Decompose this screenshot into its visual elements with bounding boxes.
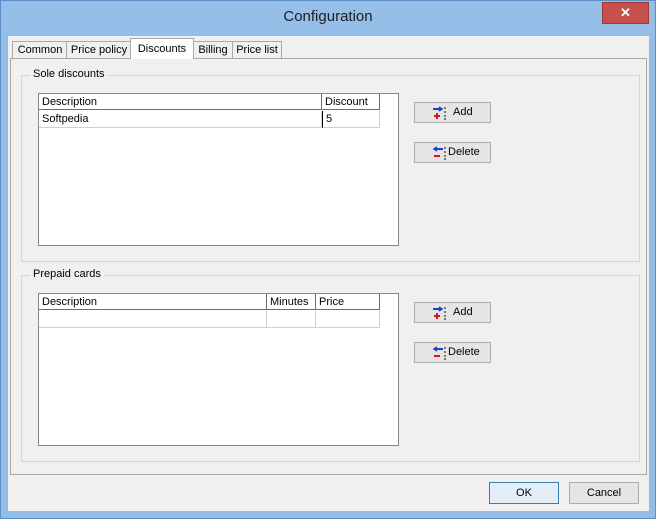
column-header-description[interactable]: Description xyxy=(39,294,267,310)
dialog-client: Common Price policy Discounts Billing Pr… xyxy=(8,36,649,511)
prepaid-cards-grid[interactable]: Description Minutes Price xyxy=(38,293,399,446)
tab-discounts[interactable]: Discounts xyxy=(130,38,194,59)
delete-card-label: Delete xyxy=(448,346,480,358)
delete-discount-label: Delete xyxy=(448,146,480,158)
delete-row-icon xyxy=(432,146,446,160)
column-header-minutes[interactable]: Minutes xyxy=(267,294,316,310)
titlebar[interactable]: Configuration ✕ xyxy=(1,1,655,34)
sole-discounts-group: Sole discounts Description Discount Soft… xyxy=(21,68,640,262)
add-row-icon xyxy=(433,306,446,320)
column-header-price[interactable]: Price xyxy=(316,294,380,310)
delete-discount-button[interactable]: Delete xyxy=(414,142,491,163)
cancel-button[interactable]: Cancel xyxy=(569,482,639,504)
add-card-button[interactable]: Add xyxy=(414,302,491,323)
window-title: Configuration xyxy=(283,8,373,25)
prepaid-cards-group: Prepaid cards Description Minutes Price xyxy=(21,268,640,462)
table-cell-discount[interactable]: 5 xyxy=(322,111,380,128)
tab-common[interactable]: Common xyxy=(12,41,68,58)
table-cell-price[interactable] xyxy=(316,311,380,328)
sole-discounts-label: Sole discounts xyxy=(30,68,108,80)
column-header-discount[interactable]: Discount xyxy=(322,94,380,110)
add-discount-label: Add xyxy=(453,106,473,118)
column-header-description[interactable]: Description xyxy=(39,94,322,110)
tab-price-policy[interactable]: Price policy xyxy=(66,41,132,58)
add-card-label: Add xyxy=(453,306,473,318)
tab-price-list[interactable]: Price list xyxy=(232,41,282,58)
ok-button[interactable]: OK xyxy=(489,482,559,504)
delete-card-button[interactable]: Delete xyxy=(414,342,491,363)
delete-row-icon xyxy=(432,346,446,360)
table-cell-minutes[interactable] xyxy=(267,311,316,328)
configuration-window: Configuration ✕ Common Price policy Disc… xyxy=(0,0,656,519)
close-button[interactable]: ✕ xyxy=(602,2,649,24)
tab-billing[interactable]: Billing xyxy=(192,41,234,58)
add-row-icon xyxy=(433,106,446,120)
table-cell-description[interactable] xyxy=(39,311,267,328)
prepaid-cards-label: Prepaid cards xyxy=(30,268,104,280)
table-cell-description[interactable]: Softpedia xyxy=(39,111,322,128)
discounts-panel: Sole discounts Description Discount Soft… xyxy=(10,58,647,475)
close-icon: ✕ xyxy=(620,5,631,20)
sole-discounts-grid[interactable]: Description Discount Softpedia 5 xyxy=(38,93,399,246)
add-discount-button[interactable]: Add xyxy=(414,102,491,123)
